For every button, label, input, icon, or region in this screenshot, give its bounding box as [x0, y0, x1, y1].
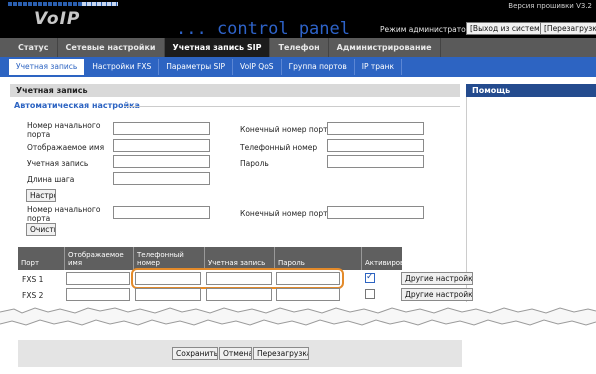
subtab-voip-qos[interactable]: VoIP QoS: [233, 59, 282, 75]
account-label: Учетная запись: [27, 159, 89, 168]
tab-sip-account[interactable]: Учетная запись SIP: [164, 38, 271, 57]
torn-edge-divider: [0, 307, 596, 332]
fxs2-account-input[interactable]: [206, 288, 272, 301]
subtab-port-group[interactable]: Группа портов: [282, 59, 355, 75]
highlight-frame: [131, 268, 344, 289]
col-port: Порт: [21, 259, 40, 267]
subtab-fxs-settings[interactable]: Настройки FXS: [85, 59, 160, 75]
end-port-label: Конечный номер порта: [240, 125, 333, 134]
section-title: Учетная запись: [10, 84, 460, 97]
col-password: Пароль: [278, 259, 305, 267]
port-fxs2: FXS 2: [22, 291, 44, 300]
fxs1-display-name-input[interactable]: [66, 272, 130, 285]
logo: VoIP: [34, 9, 81, 29]
divider: [124, 106, 460, 107]
help-title: Помощь: [466, 84, 596, 97]
header-bar: VoIP ... control panel Версия прошивки V…: [0, 0, 596, 39]
fxs2-activate-checkbox[interactable]: [365, 289, 375, 299]
subtab-ip-trunk[interactable]: IP транк: [355, 59, 403, 75]
start-port-label-2: Номер начального порта: [27, 205, 101, 223]
phone-number-label: Телефонный номер: [240, 143, 318, 152]
divider: [361, 247, 362, 270]
subtab-sip-parameters[interactable]: Параметры SIP: [159, 59, 234, 75]
tab-network-settings[interactable]: Сетевые настройки: [58, 38, 165, 57]
start-port-label: Номер начального порта: [27, 121, 101, 139]
cancel-button[interactable]: Отмена: [219, 347, 252, 360]
control-panel-subtitle: ... control panel: [176, 19, 350, 39]
password-input[interactable]: [327, 155, 424, 168]
main-tabs: Статус Сетевые настройки Учетная запись …: [0, 38, 596, 57]
divider: [204, 247, 205, 270]
reboot-header-button[interactable]: [Перезагрузка]: [540, 22, 596, 35]
reboot-button[interactable]: Перезагрузка: [253, 347, 309, 360]
divider: [274, 247, 275, 270]
divider: [64, 247, 65, 270]
tab-phone[interactable]: Телефон: [270, 38, 329, 57]
display-name-label: Отображаемое имя: [27, 143, 105, 152]
fxs2-display-name-input[interactable]: [66, 288, 130, 301]
start-port-input[interactable]: [113, 122, 210, 135]
subtab-account[interactable]: Учетная запись: [8, 58, 86, 76]
fxs2-password-input[interactable]: [276, 288, 340, 301]
fxs1-more-settings-button[interactable]: Другие настройки: [401, 272, 473, 285]
col-display-name: Отображаемое имя: [68, 251, 124, 267]
col-account: Учетная запись: [208, 259, 266, 267]
start-port-input-2[interactable]: [113, 206, 210, 219]
display-name-input[interactable]: [113, 139, 210, 152]
save-button[interactable]: Сохранить: [172, 347, 218, 360]
sub-tabs: Учетная запись Настройки FXS Параметры S…: [0, 57, 596, 77]
tab-status[interactable]: Статус: [10, 38, 58, 57]
step-input[interactable]: [113, 172, 210, 185]
fxs2-more-settings-button[interactable]: Другие настройки: [401, 288, 473, 301]
port-fxs1: FXS 1: [22, 275, 44, 284]
end-port-label-2: Конечный номер порта: [240, 209, 333, 218]
configure-button[interactable]: Настройка: [26, 189, 56, 202]
phone-number-input[interactable]: [327, 139, 424, 152]
end-port-input[interactable]: [327, 122, 424, 135]
col-phone-number: Телефонный номер: [137, 251, 184, 267]
col-activate: Активировать: [365, 259, 403, 267]
fxs2-phone-number-input[interactable]: [135, 288, 201, 301]
header-decoration-light: [82, 2, 118, 6]
clear-button[interactable]: Очистить: [26, 223, 56, 236]
firmware-version: Версия прошивки V3.2: [508, 2, 592, 10]
auto-config-title: Автоматическая настройка: [14, 101, 140, 110]
admin-mode-label: Режим администратора: [380, 25, 476, 34]
end-port-input-2[interactable]: [327, 206, 424, 219]
password-label: Пароль: [240, 159, 269, 168]
divider: [133, 247, 134, 270]
help-pane: [466, 97, 596, 302]
account-input[interactable]: [113, 155, 210, 168]
tab-administration[interactable]: Администрирование: [329, 38, 441, 57]
step-label: Длина шага: [27, 175, 75, 184]
fxs1-activate-checkbox[interactable]: [365, 272, 375, 283]
